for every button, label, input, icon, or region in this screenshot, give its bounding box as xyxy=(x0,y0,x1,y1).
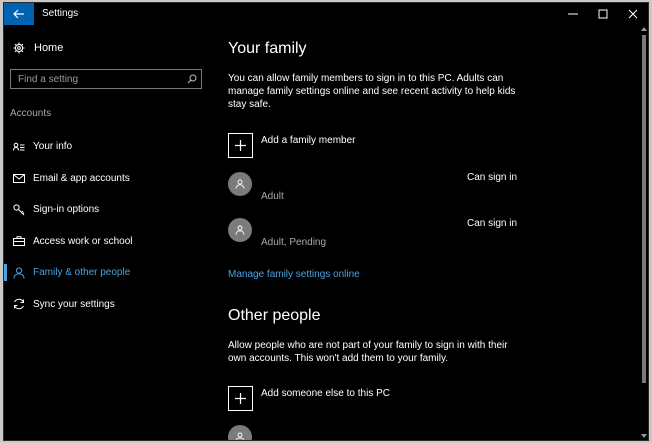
add-someone-else[interactable]: Add someone else to this PC xyxy=(228,386,390,411)
sidebar-item-your-info[interactable]: Your info xyxy=(4,131,216,163)
minimize-button[interactable] xyxy=(557,3,589,25)
home-label: Home xyxy=(34,42,64,54)
sidebar-item-email-accounts[interactable]: Email & app accounts xyxy=(4,163,216,195)
other-people-description: Allow people who are not part of your fa… xyxy=(228,340,508,364)
sidebar-item-label: Sync your settings xyxy=(33,298,115,310)
member-status: Can sign in xyxy=(467,218,518,229)
plus-icon xyxy=(228,133,253,158)
main-content: Your family You can allow family members… xyxy=(228,25,636,440)
window-title: Settings xyxy=(42,8,79,19)
search-box[interactable] xyxy=(10,69,202,89)
back-button[interactable] xyxy=(4,3,34,25)
avatar xyxy=(228,172,252,196)
other-person-1[interactable] xyxy=(228,425,528,440)
person-icon xyxy=(235,225,245,235)
sidebar: Home Accounts Your info Email & app acco… xyxy=(4,25,216,440)
person-icon xyxy=(235,179,245,189)
close-icon xyxy=(628,9,638,19)
scroll-thumb[interactable] xyxy=(642,35,646,383)
sidebar-item-label: Family & other people xyxy=(33,267,131,279)
sidebar-item-family[interactable]: Family & other people xyxy=(4,257,216,289)
home-nav-item[interactable]: Home xyxy=(13,42,63,54)
briefcase-icon xyxy=(13,235,25,247)
sidebar-item-sync[interactable]: Sync your settings xyxy=(4,289,216,321)
vertical-scrollbar[interactable] xyxy=(640,25,648,440)
sidebar-item-label: Your info xyxy=(33,141,73,153)
close-button[interactable] xyxy=(617,3,648,25)
mail-icon xyxy=(13,172,25,184)
member-status: Can sign in xyxy=(467,172,518,183)
sidebar-nav: Your info Email & app accounts Sign-in o… xyxy=(4,131,216,320)
scroll-up-icon[interactable] xyxy=(641,25,647,33)
gear-icon xyxy=(13,42,25,54)
minimize-icon xyxy=(568,13,578,15)
person-icon xyxy=(235,432,245,440)
family-member-1[interactable]: Adult Can sign in xyxy=(228,172,528,204)
settings-window: Settings Home Accounts xyxy=(3,2,649,441)
sidebar-item-label: Sign-in options xyxy=(33,204,100,216)
title-bar: Settings xyxy=(4,3,648,25)
key-icon xyxy=(13,204,25,216)
avatar xyxy=(228,425,252,440)
add-someone-else-label: Add someone else to this PC xyxy=(261,388,390,399)
maximize-icon xyxy=(598,9,608,19)
search-input[interactable] xyxy=(11,70,183,88)
sidebar-item-label: Email & app accounts xyxy=(33,172,130,184)
family-member-2[interactable]: Adult, Pending Can sign in xyxy=(228,218,528,250)
family-heading: Your family xyxy=(228,40,307,57)
person-card-icon xyxy=(13,141,25,153)
manage-family-link[interactable]: Manage family settings online xyxy=(228,269,360,280)
other-people-heading: Other people xyxy=(228,307,321,324)
sync-icon xyxy=(13,298,25,310)
member-role: Adult xyxy=(261,191,284,202)
active-indicator xyxy=(4,264,7,281)
avatar xyxy=(228,218,252,242)
add-family-member-label: Add a family member xyxy=(261,135,356,146)
maximize-button[interactable] xyxy=(587,3,619,25)
plus-icon xyxy=(228,386,253,411)
person-icon xyxy=(13,267,25,279)
add-family-member[interactable]: Add a family member xyxy=(228,133,355,158)
search-icon[interactable] xyxy=(183,74,201,84)
sidebar-item-sign-in-options[interactable]: Sign-in options xyxy=(4,194,216,226)
sidebar-item-access-work[interactable]: Access work or school xyxy=(4,226,216,258)
scroll-down-icon[interactable] xyxy=(641,432,647,440)
arrow-left-icon xyxy=(13,9,24,19)
sidebar-item-label: Access work or school xyxy=(33,235,133,247)
family-description: You can allow family members to sign in … xyxy=(228,73,516,110)
member-role: Adult, Pending xyxy=(261,237,327,248)
section-heading: Accounts xyxy=(10,108,52,119)
